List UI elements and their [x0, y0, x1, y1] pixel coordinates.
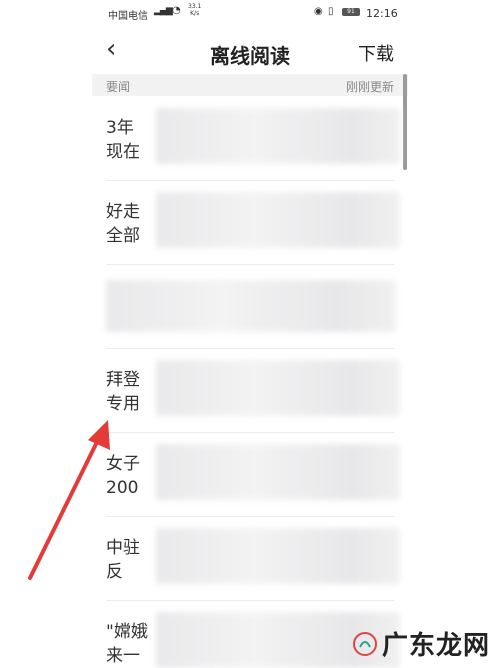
watermark-logo-icon	[352, 631, 377, 656]
watermark: 广东龙网	[352, 625, 490, 662]
watermark-text: 广东龙网	[381, 631, 490, 661]
annotation-arrow	[28, 420, 110, 580]
arrow-head	[88, 420, 110, 450]
arrow-shaft	[28, 442, 98, 580]
